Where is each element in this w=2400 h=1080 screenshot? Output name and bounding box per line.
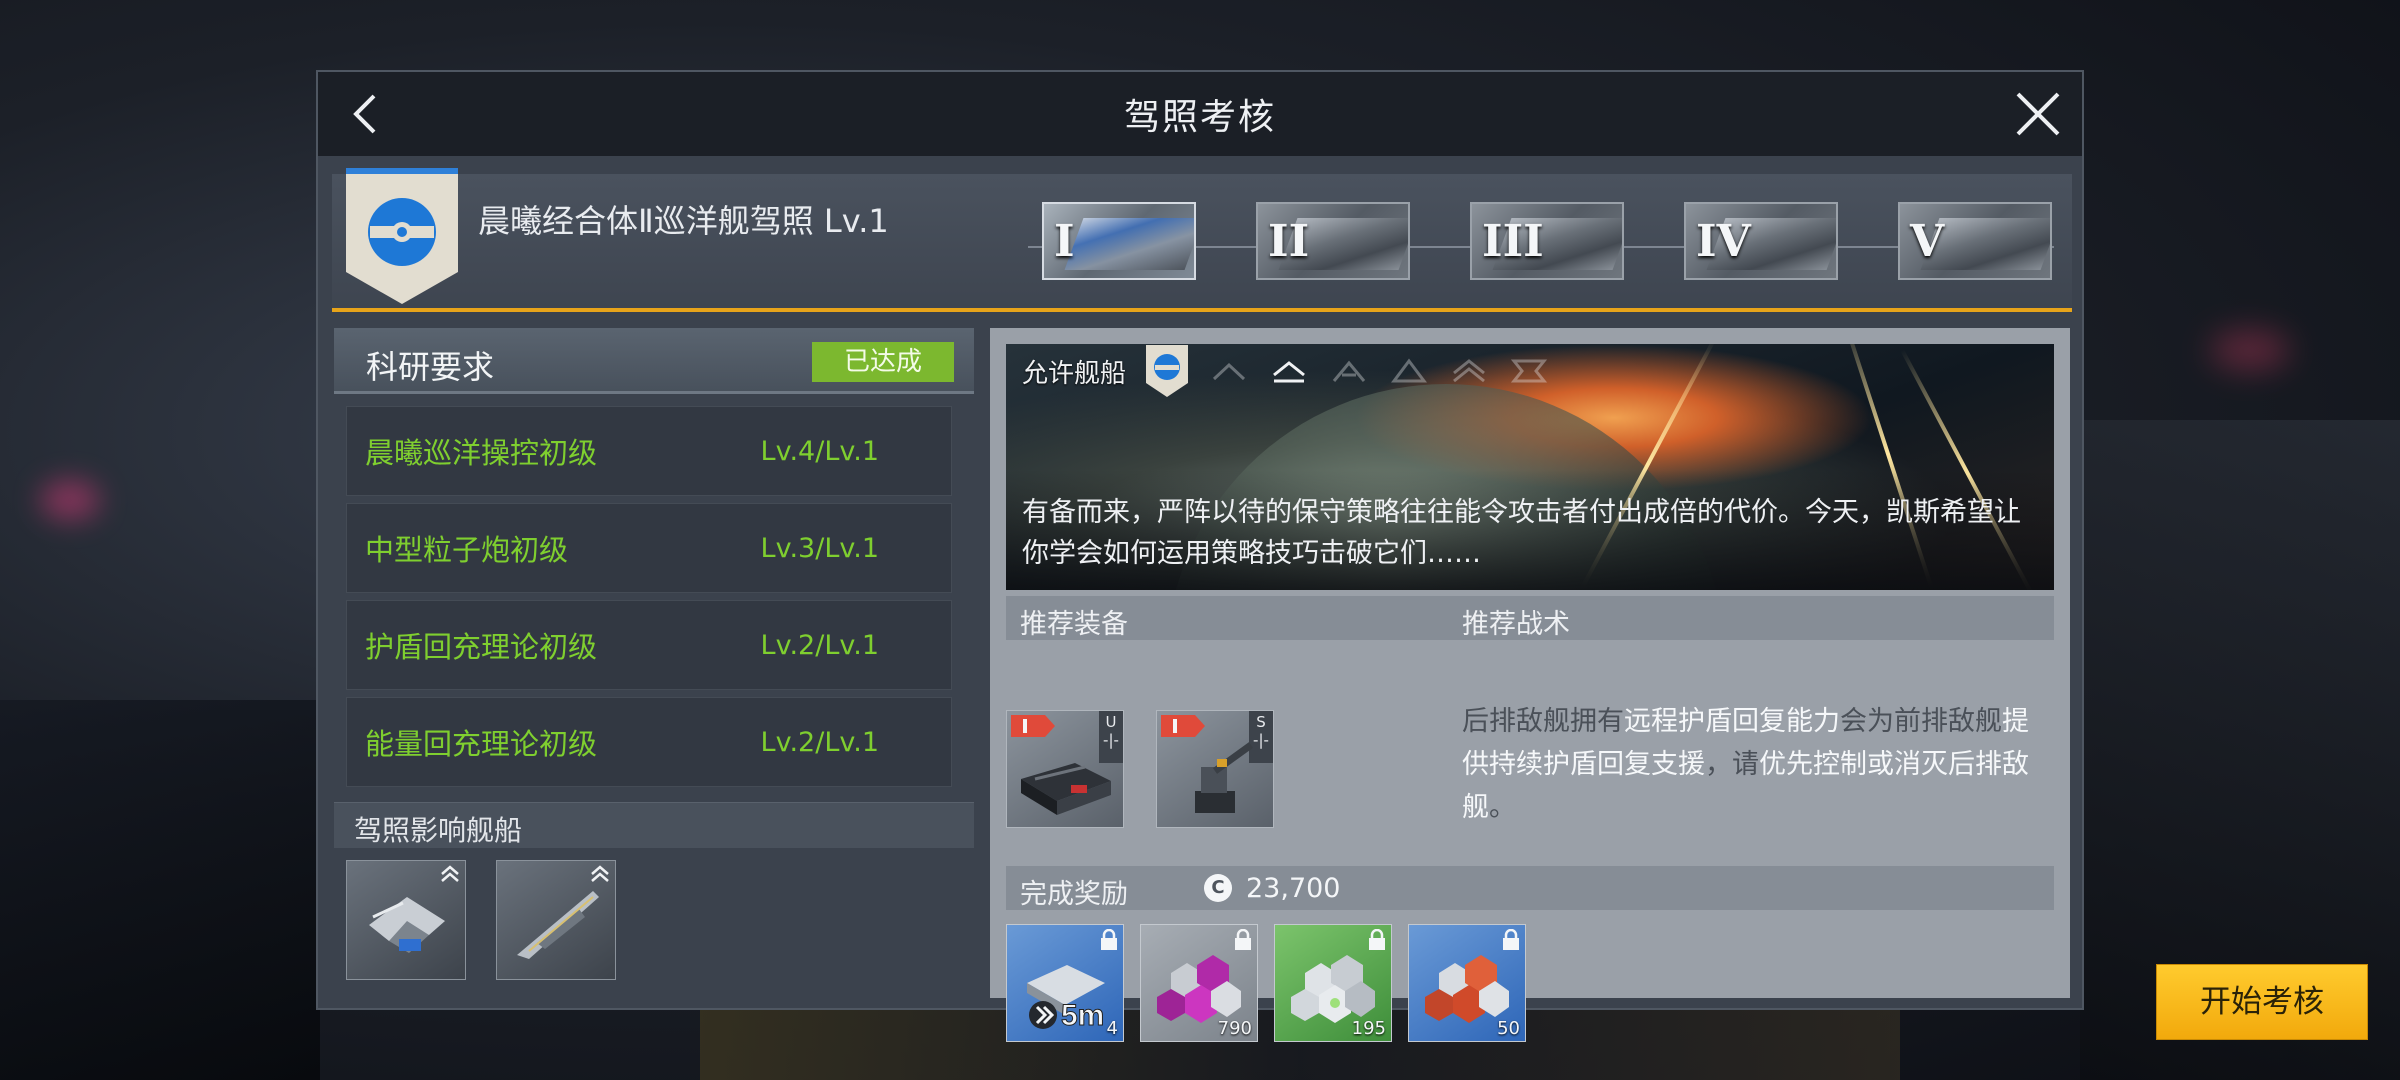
- requirement-name: 晨曦巡洋操控初级: [365, 436, 598, 470]
- equipment-item-1[interactable]: U -|-: [1006, 710, 1124, 828]
- lock-icon: [1503, 929, 1519, 950]
- tactics-text: 后排敌舰拥有远程护盾回复能力会为前排敌舰提供持续护盾回复支援，请优先控制或消灭后…: [1462, 700, 2052, 829]
- dialog-title: 驾照考核: [1123, 97, 1276, 138]
- tier-tab-2[interactable]: II: [1256, 202, 1410, 280]
- close-icon: [2016, 92, 2060, 136]
- list-item[interactable]: 晨曦巡洋操控初级 Lv.4/Lv.1: [346, 406, 952, 496]
- lock-icon: [1235, 929, 1251, 950]
- carrier-icon: [1453, 359, 1485, 383]
- requirement-level: Lv.4/Lv.1: [760, 435, 879, 467]
- speedup-label: 5m: [1061, 999, 1104, 1032]
- tier-numeral: III: [1482, 216, 1544, 267]
- credit-coin-icon: C: [1204, 874, 1232, 902]
- list-item[interactable]: 护盾回充理论初级 Lv.2/Lv.1: [346, 600, 952, 690]
- battlecruiser-icon: [1391, 358, 1428, 383]
- tier-tab-4[interactable]: IV: [1684, 202, 1838, 280]
- tier-numeral: IV: [1696, 216, 1751, 267]
- requirement-name: 能量回充理论初级: [365, 727, 598, 761]
- allowed-ships-label: 允许舰船: [1022, 358, 1127, 389]
- affected-ships-header: 驾照影响舰船: [334, 802, 974, 848]
- tactics-highlight: 远程护盾回复能力: [1624, 706, 1840, 737]
- cruiser-icon: [1273, 361, 1305, 383]
- tier-tag-icon: [1161, 715, 1205, 737]
- mission-description: 有备而来，严阵以待的保守策略往往能令攻击者付出成倍的代价。今天，凯斯希望让你学会…: [1022, 497, 2021, 569]
- tier-numeral: I: [1054, 216, 1075, 267]
- lock-icon: [1369, 929, 1385, 950]
- tactics-text-part: 后排敌舰拥有: [1462, 706, 1624, 737]
- reward-item-2[interactable]: 790: [1140, 924, 1258, 1042]
- license-info-bar: 晨曦经合体Ⅱ巡洋舰驾照 Lv.1 I II III IV V: [332, 168, 2072, 312]
- turret-module-icon: [1195, 742, 1254, 813]
- rewards-header-label: 完成奖励: [1020, 879, 1128, 910]
- equipment-header: 推荐装备: [1006, 596, 1446, 640]
- tier-numeral: II: [1268, 216, 1310, 267]
- affected-ship-1[interactable]: [346, 860, 466, 980]
- research-header: 科研要求 已达成: [334, 328, 974, 394]
- license-exam-dialog: 驾照考核 晨曦经合体Ⅱ巡洋舰驾照 Lv.1 I II III IV V 科研要求…: [316, 70, 2368, 1042]
- chevron-left-icon: [353, 94, 376, 134]
- requirement-level: Lv.2/Lv.1: [760, 726, 879, 758]
- tier-numeral: V: [1910, 216, 1945, 267]
- requirement-list: 晨曦巡洋操控初级 Lv.4/Lv.1 中型粒子炮初级 Lv.3/Lv.1 护盾回…: [346, 406, 952, 794]
- tier-tab-5[interactable]: V: [1898, 202, 2052, 280]
- reward-item-3[interactable]: 195: [1274, 924, 1392, 1042]
- tactics-text-part: ，请: [1705, 749, 1759, 780]
- affected-ships-label: 驾照影响舰船: [354, 814, 523, 847]
- list-item[interactable]: 能量回充理论初级 Lv.2/Lv.1: [346, 697, 952, 787]
- close-button[interactable]: [2012, 88, 2064, 140]
- tactics-text-part: 会为前排敌舰: [1840, 706, 2002, 737]
- tier-tab-1[interactable]: I: [1042, 202, 1196, 280]
- tactics-header-label: 推荐战术: [1462, 609, 1570, 640]
- requirement-level: Lv.3/Lv.1: [760, 532, 879, 564]
- rewards-header: 完成奖励 C 23,700: [1006, 866, 2054, 910]
- reward-quantity: 790: [1217, 1018, 1252, 1039]
- requirement-level: Lv.2/Lv.1: [760, 629, 879, 661]
- equipment-item-2[interactable]: S -|-: [1156, 710, 1274, 828]
- reward-quantity: 50: [1497, 1018, 1520, 1039]
- reward-quantity: 4: [1106, 1018, 1118, 1039]
- equipment-header-label: 推荐装备: [1020, 609, 1128, 640]
- tactics-text-part: 。: [1489, 792, 1516, 823]
- fighter-ship-icon: [369, 897, 445, 953]
- research-header-label: 科研要求: [366, 348, 495, 386]
- license-badge-icon: [1146, 345, 1189, 397]
- upgrade-chevron-icon: [441, 865, 459, 882]
- lock-icon: [1101, 929, 1117, 950]
- reward-quantity: 195: [1351, 1018, 1386, 1039]
- mission-panel: 允许舰船 有备而来，严阵以待的保守策略往往能令攻击者付出成倍的代价。今天，凯斯希…: [990, 328, 2368, 1042]
- credit-amount: 23,700: [1246, 873, 1341, 904]
- research-panel: 科研要求 已达成 晨曦巡洋操控初级 Lv.4/Lv.1 中型粒子炮初级 Lv.3…: [334, 328, 974, 998]
- frigate-icon: [1212, 362, 1246, 381]
- tactics-header: 推荐战术: [1446, 596, 2054, 640]
- requirement-name: 中型粒子炮初级: [365, 533, 569, 567]
- license-tier-selector: I II III IV V: [332, 174, 2072, 308]
- upgrade-chevron-icon: [591, 865, 609, 882]
- destroyer-icon: [1332, 360, 1366, 382]
- mission-banner: 允许舰船 有备而来，严阵以待的保守策略往往能令攻击者付出成倍的代价。今天，凯斯希…: [1006, 344, 2054, 590]
- status-badge: 已达成: [812, 342, 954, 382]
- requirement-name: 护盾回充理论初级: [365, 630, 598, 664]
- tier-tab-3[interactable]: III: [1470, 202, 1624, 280]
- reward-item-1[interactable]: 5m 4: [1006, 924, 1124, 1042]
- weapon-module-icon: [1021, 763, 1111, 815]
- list-item[interactable]: 中型粒子炮初级 Lv.3/Lv.1: [346, 503, 952, 593]
- affected-ship-2[interactable]: [496, 860, 616, 980]
- tier-tag-icon: [1011, 715, 1055, 737]
- reward-item-4[interactable]: 50: [1408, 924, 1526, 1042]
- allowed-ships-row: 允许舰船: [1006, 344, 2054, 398]
- back-button[interactable]: [342, 90, 390, 138]
- start-exam-button[interactable]: 开始考核: [2156, 964, 2368, 1040]
- cruiser-ship-icon: [517, 891, 599, 959]
- flagship-icon: [1510, 359, 1548, 383]
- speedup-icon: 5m: [1027, 965, 1105, 1033]
- title-bar: 驾照考核: [318, 72, 2082, 156]
